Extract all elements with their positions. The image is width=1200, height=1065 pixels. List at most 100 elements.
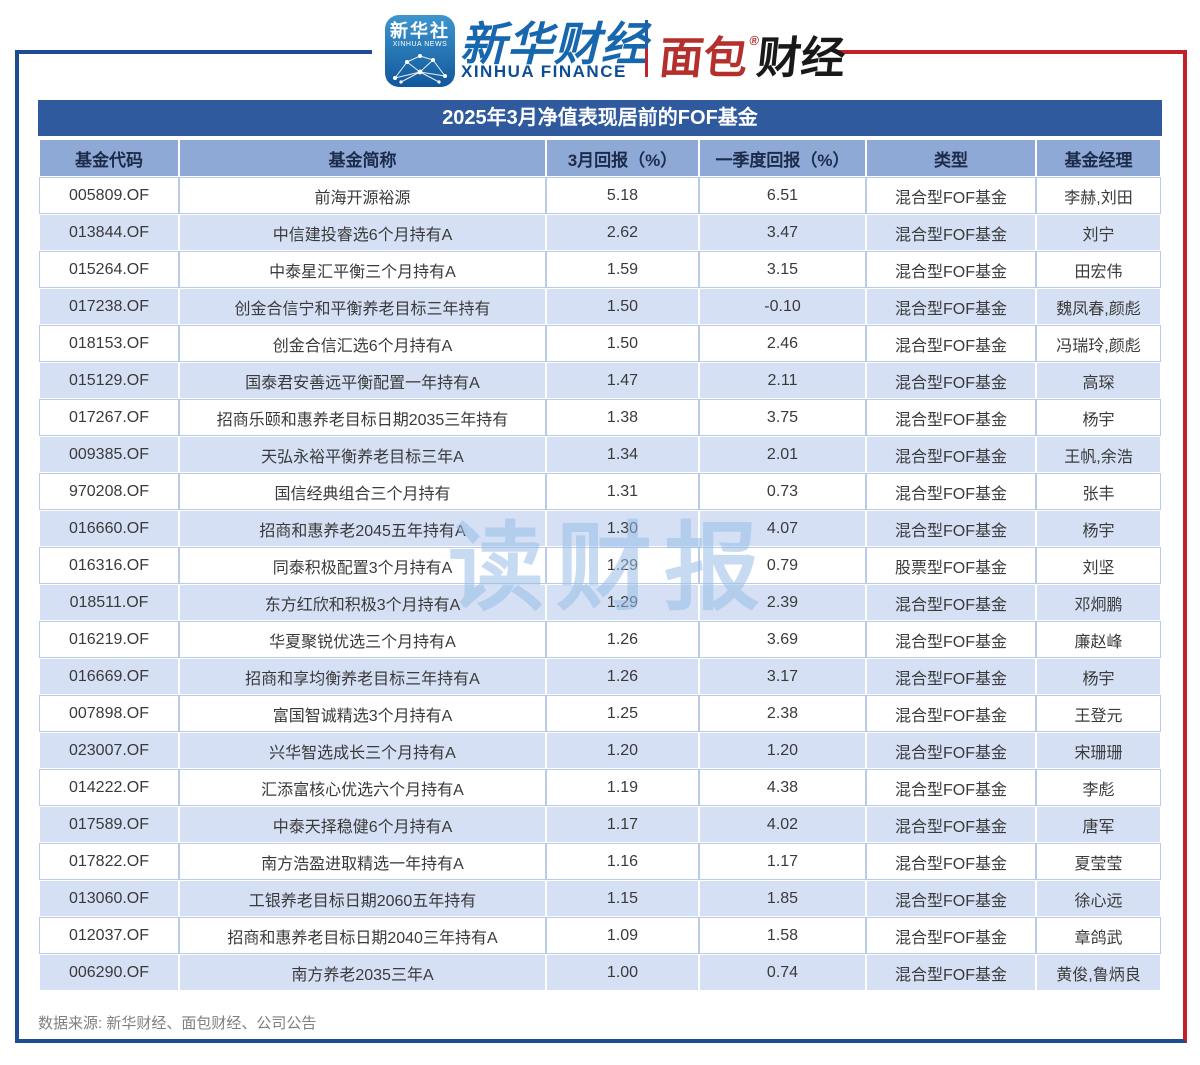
cell-type: 混合型FOF基金 xyxy=(867,585,1035,620)
cell-type: 混合型FOF基金 xyxy=(867,770,1035,805)
cell-name: 招商乐颐和惠养老目标日期2035三年持有 xyxy=(180,400,545,435)
cell-q1-return: 2.39 xyxy=(700,585,865,620)
table-row: 007898.OF 富国智诚精选3个月持有A 1.25 2.38 混合型FOF基金 王登元 xyxy=(40,696,1160,731)
cell-q1-return: 4.38 xyxy=(700,770,865,805)
cell-q1-return: 3.69 xyxy=(700,622,865,657)
cell-name: 创金合信宁和平衡养老目标三年持有 xyxy=(180,289,545,324)
table-row: 015264.OF 中泰星汇平衡三个月持有A 1.59 3.15 混合型FOF基金 田宏伟 xyxy=(40,252,1160,287)
cell-name: 华夏聚锐优选三个月持有A xyxy=(180,622,545,657)
cell-march-return: 1.09 xyxy=(547,918,698,953)
table-row: 018511.OF 东方红欣和积极3个月持有A 1.29 2.39 混合型FOF基金 邓炯… xyxy=(40,585,1160,620)
cell-q1-return: 0.73 xyxy=(700,474,865,509)
fof-fund-table: 基金代码 基金简称 3月回报（%） 一季度回报（%） 类型 基金经理 00580… xyxy=(38,138,1162,992)
cell-manager: 王登元 xyxy=(1037,696,1160,731)
cell-manager: 章鸽武 xyxy=(1037,918,1160,953)
table-row: 006290.OF 南方养老2035三年A 1.00 0.74 混合型FOF基金 黄俊,鲁… xyxy=(40,955,1160,990)
cell-manager: 冯瑞玲,颜彪 xyxy=(1037,326,1160,361)
cell-q1-return: 0.74 xyxy=(700,955,865,990)
cell-name: 国信经典组合三个月持有 xyxy=(180,474,545,509)
col-header-fund-name: 基金简称 xyxy=(180,140,545,176)
cell-code: 017822.OF xyxy=(40,844,178,879)
table-row: 017822.OF 南方浩盈进取精选一年持有A 1.16 1.17 混合型FOF基金 夏莹… xyxy=(40,844,1160,879)
cell-type: 混合型FOF基金 xyxy=(867,659,1035,694)
cell-name: 工银养老目标日期2060五年持有 xyxy=(180,881,545,916)
cell-manager: 张丰 xyxy=(1037,474,1160,509)
cell-q1-return: 2.11 xyxy=(700,363,865,398)
cell-q1-return: 4.07 xyxy=(700,511,865,546)
table-row: 009385.OF 天弘永裕平衡养老目标三年A 1.34 2.01 混合型FOF基金 王帆… xyxy=(40,437,1160,472)
cell-type: 混合型FOF基金 xyxy=(867,733,1035,768)
cell-type: 混合型FOF基金 xyxy=(867,215,1035,250)
cell-type: 混合型FOF基金 xyxy=(867,326,1035,361)
cell-q1-return: 3.47 xyxy=(700,215,865,250)
cell-manager: 徐心远 xyxy=(1037,881,1160,916)
cell-name: 天弘永裕平衡养老目标三年A xyxy=(180,437,545,472)
cell-code: 013060.OF xyxy=(40,881,178,916)
table-row: 014222.OF 汇添富核心优选六个月持有A 1.19 4.38 混合型FOF基金 李彪 xyxy=(40,770,1160,805)
cell-name: 中泰星汇平衡三个月持有A xyxy=(180,252,545,287)
fund-table-area: 2025年3月净值表现居前的FOF基金 基金代码 基金简称 3月回报（%） 一季… xyxy=(38,100,1162,992)
cell-code: 017267.OF xyxy=(40,400,178,435)
cell-manager: 杨宇 xyxy=(1037,511,1160,546)
cell-type: 混合型FOF基金 xyxy=(867,807,1035,842)
cell-march-return: 1.25 xyxy=(547,696,698,731)
cell-name: 汇添富核心优选六个月持有A xyxy=(180,770,545,805)
cell-q1-return: 1.17 xyxy=(700,844,865,879)
cell-q1-return: 1.58 xyxy=(700,918,865,953)
mianbao-logo-black-part: 财经 xyxy=(754,34,848,83)
table-row: 012037.OF 招商和惠养老目标日期2040三年持有A 1.09 1.58 混合型F… xyxy=(40,918,1160,953)
table-title: 2025年3月净值表现居前的FOF基金 xyxy=(38,100,1162,136)
cell-code: 016316.OF xyxy=(40,548,178,583)
cell-code: 006290.OF xyxy=(40,955,178,990)
cell-type: 混合型FOF基金 xyxy=(867,363,1035,398)
table-row: 016660.OF 招商和惠养老2045五年持有A 1.30 4.07 混合型FOF基金… xyxy=(40,511,1160,546)
cell-manager: 李赫,刘田 xyxy=(1037,178,1160,213)
xinhua-news-icon-sublabel: XINHUA NEWS xyxy=(392,41,448,48)
col-header-fund-code: 基金代码 xyxy=(40,140,178,176)
cell-type: 股票型FOF基金 xyxy=(867,548,1035,583)
cell-type: 混合型FOF基金 xyxy=(867,955,1035,990)
table-row: 017267.OF 招商乐颐和惠养老目标日期2035三年持有 1.38 3.75 混合型… xyxy=(40,400,1160,435)
cell-manager: 杨宇 xyxy=(1037,659,1160,694)
cell-code: 016660.OF xyxy=(40,511,178,546)
cell-manager: 黄俊,鲁炳良 xyxy=(1037,955,1160,990)
cell-name: 南方浩盈进取精选一年持有A xyxy=(180,844,545,879)
cell-march-return: 1.30 xyxy=(547,511,698,546)
network-globe-icon xyxy=(393,54,447,84)
cell-code: 009385.OF xyxy=(40,437,178,472)
cell-manager: 夏莹莹 xyxy=(1037,844,1160,879)
cell-type: 混合型FOF基金 xyxy=(867,622,1035,657)
cell-type: 混合型FOF基金 xyxy=(867,844,1035,879)
table-row: 017238.OF 创金合信宁和平衡养老目标三年持有 1.50 -0.10 混合型FOF… xyxy=(40,289,1160,324)
cell-name: 中信建投睿选6个月持有A xyxy=(180,215,545,250)
cell-name: 中泰天择稳健6个月持有A xyxy=(180,807,545,842)
cell-march-return: 1.00 xyxy=(547,955,698,990)
cell-march-return: 1.17 xyxy=(547,807,698,842)
cell-code: 012037.OF xyxy=(40,918,178,953)
cell-q1-return: 2.38 xyxy=(700,696,865,731)
cell-code: 018153.OF xyxy=(40,326,178,361)
cell-march-return: 5.18 xyxy=(547,178,698,213)
cell-march-return: 1.20 xyxy=(547,733,698,768)
cell-name: 创金合信汇选6个月持有A xyxy=(180,326,545,361)
cell-code: 017238.OF xyxy=(40,289,178,324)
cell-march-return: 1.29 xyxy=(547,585,698,620)
table-row: 018153.OF 创金合信汇选6个月持有A 1.50 2.46 混合型FOF基金 冯瑞玲… xyxy=(40,326,1160,361)
cell-name: 富国智诚精选3个月持有A xyxy=(180,696,545,731)
cell-q1-return: 3.15 xyxy=(700,252,865,287)
cell-code: 016219.OF xyxy=(40,622,178,657)
cell-code: 013844.OF xyxy=(40,215,178,250)
cell-march-return: 1.38 xyxy=(547,400,698,435)
table-row: 970208.OF 国信经典组合三个月持有 1.31 0.73 混合型FOF基金 张丰 xyxy=(40,474,1160,509)
cell-manager: 唐军 xyxy=(1037,807,1160,842)
mianbao-logo-red-part: 面包 xyxy=(656,34,751,83)
cell-type: 混合型FOF基金 xyxy=(867,511,1035,546)
cell-code: 970208.OF xyxy=(40,474,178,509)
cell-manager: 田宏伟 xyxy=(1037,252,1160,287)
cell-q1-return: 3.75 xyxy=(700,400,865,435)
cell-q1-return: 3.17 xyxy=(700,659,865,694)
cell-code: 017589.OF xyxy=(40,807,178,842)
xinhua-news-icon-label: 新华社 xyxy=(390,21,450,41)
cell-type: 混合型FOF基金 xyxy=(867,289,1035,324)
table-header-row: 基金代码 基金简称 3月回报（%） 一季度回报（%） 类型 基金经理 xyxy=(40,140,1160,176)
